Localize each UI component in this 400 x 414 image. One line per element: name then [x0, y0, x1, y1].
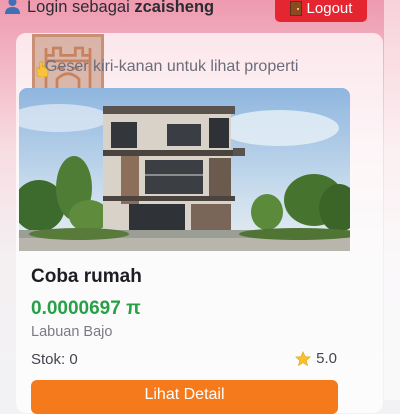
property-location: Labuan Bajo: [31, 324, 113, 340]
login-status: Login sebagai zcaisheng: [4, 0, 214, 17]
scroll-edge: [384, 0, 400, 400]
view-detail-label: Lihat Detail: [144, 386, 225, 403]
property-stock: Stok: 0: [31, 351, 78, 368]
property-price: 0.0000697 π: [31, 298, 141, 319]
username: zcaisheng: [134, 0, 215, 16]
user-icon: [5, 0, 20, 14]
login-prefix: Login sebagai: [27, 0, 130, 16]
property-photo[interactable]: [19, 88, 350, 251]
header-bar: Login sebagai zcaisheng Logout: [0, 0, 384, 22]
logout-button[interactable]: Logout: [275, 0, 367, 22]
door-icon: [289, 0, 302, 16]
property-title: Coba rumah: [31, 266, 142, 287]
property-rating: 5.0: [295, 350, 337, 367]
view-detail-button[interactable]: Lihat Detail: [31, 380, 338, 414]
rating-value: 5.0: [316, 350, 337, 367]
logout-label: Logout: [306, 0, 353, 17]
swipe-hint: Geser kiri-kanan untuk lihat properti: [45, 58, 299, 75]
star-icon: [295, 350, 312, 366]
